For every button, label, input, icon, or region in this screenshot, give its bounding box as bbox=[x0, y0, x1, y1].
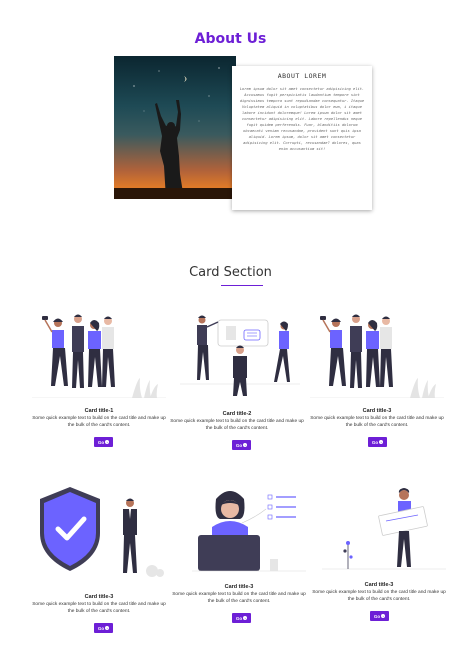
go-button-label: Go bbox=[373, 613, 381, 619]
arrow-right-icon: › bbox=[379, 440, 384, 444]
card-4: Card title-3 Some quick example text to … bbox=[32, 480, 166, 640]
card-title: Card title-3 bbox=[224, 584, 254, 590]
card-5: Card title-3 Some quick example text to … bbox=[172, 480, 306, 640]
about-title: About Us bbox=[194, 31, 267, 47]
card-section-title: Card Section bbox=[189, 265, 272, 280]
arrow-right-icon: › bbox=[243, 616, 248, 620]
card-6: Card title-3 Some quick example text to … bbox=[312, 480, 446, 630]
board-holder-illustration bbox=[322, 488, 446, 570]
go-button[interactable]: Go › bbox=[94, 437, 113, 447]
arrow-right-icon: › bbox=[105, 626, 110, 630]
card-text: Some quick example text to build on the … bbox=[32, 416, 166, 428]
team-selfie-illustration bbox=[32, 314, 166, 398]
card-1: Card title-1 Some quick example text to … bbox=[32, 300, 166, 450]
card-3: Card title-3 Some quick example text to … bbox=[310, 300, 444, 450]
team-selfie-illustration bbox=[310, 314, 444, 398]
go-button[interactable]: Go › bbox=[368, 437, 387, 447]
laptop-worker-illustration bbox=[192, 491, 306, 572]
go-button-label: Go bbox=[235, 615, 243, 621]
presentation-illustration bbox=[180, 315, 300, 396]
about-photo bbox=[114, 56, 236, 199]
about-card: ABOUT LOREM Lorem ipsum dolor sit amet c… bbox=[232, 66, 372, 210]
go-button-label: Go bbox=[97, 625, 105, 631]
card-title: Card title-1 bbox=[84, 408, 114, 414]
arrow-right-icon: › bbox=[381, 614, 386, 618]
go-button[interactable]: Go › bbox=[232, 440, 251, 450]
security-shield-illustration bbox=[40, 487, 164, 577]
arrow-right-icon: › bbox=[243, 443, 248, 447]
go-button[interactable]: Go › bbox=[370, 611, 389, 621]
go-button-label: Go bbox=[371, 439, 379, 445]
go-button[interactable]: Go › bbox=[94, 623, 113, 633]
card-title: Card title-3 bbox=[364, 582, 394, 588]
card-section-underline bbox=[221, 285, 263, 286]
about-card-text: Lorem ipsum dolor sit amet consectetur a… bbox=[239, 87, 365, 151]
go-button[interactable]: Go › bbox=[232, 613, 251, 623]
card-text: Some quick example text to build on the … bbox=[170, 419, 304, 431]
go-button-label: Go bbox=[97, 439, 105, 445]
card-text: Some quick example text to build on the … bbox=[312, 590, 446, 602]
card-text: Some quick example text to build on the … bbox=[172, 592, 306, 604]
card-title: Card title-3 bbox=[362, 408, 392, 414]
card-text: Some quick example text to build on the … bbox=[310, 416, 444, 428]
about-card-title: ABOUT LOREM bbox=[277, 72, 327, 80]
arrow-right-icon: › bbox=[105, 440, 110, 444]
go-button-label: Go bbox=[235, 442, 243, 448]
card-title: Card title-3 bbox=[84, 594, 114, 600]
night-sky-silhouette-image bbox=[114, 67, 236, 199]
card-title: Card title-2 bbox=[222, 411, 252, 417]
card-text: Some quick example text to build on the … bbox=[32, 602, 166, 614]
card-2: Card title-2 Some quick example text to … bbox=[170, 300, 304, 455]
